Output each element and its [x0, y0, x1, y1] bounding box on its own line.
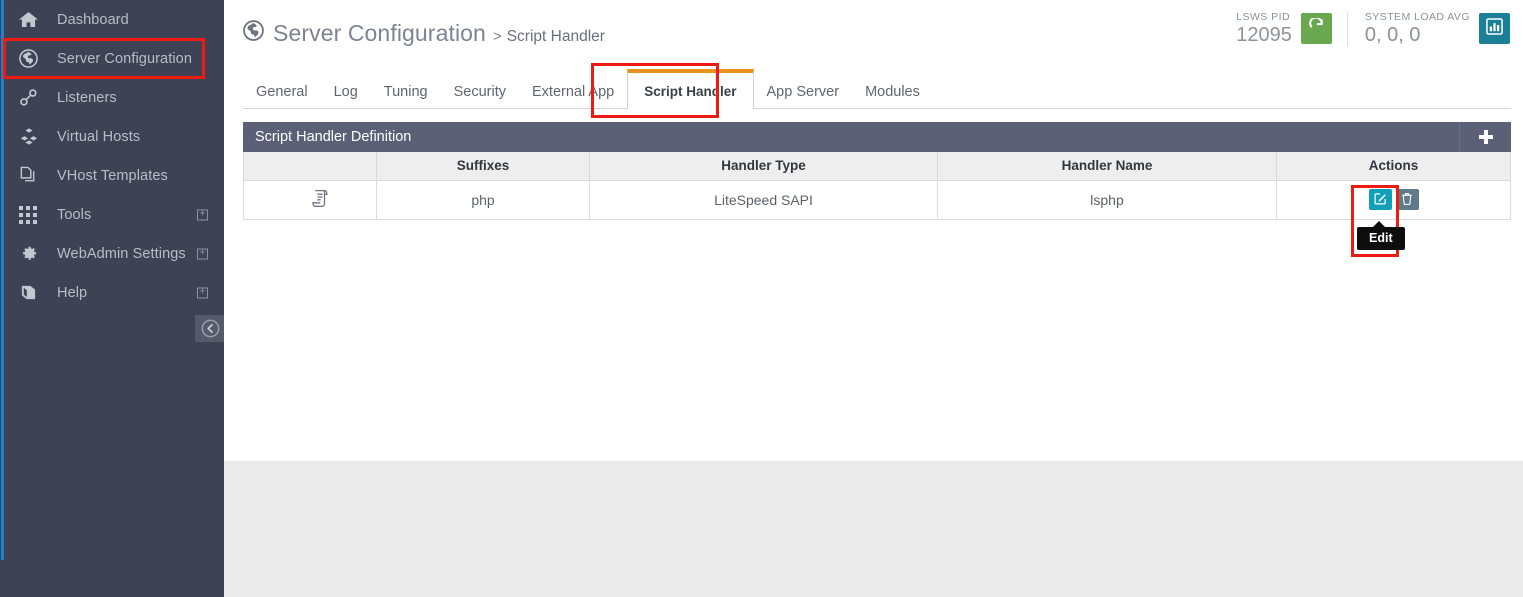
sidebar-item-label: Virtual Hosts — [57, 128, 141, 145]
expand-icon[interactable] — [197, 287, 208, 298]
sidebar-item-label: WebAdmin Settings — [57, 245, 186, 262]
status-lsws-pid: LSWS PID 12095 — [1236, 10, 1332, 47]
top-bar: Server Configuration > Script Handler LS… — [224, 0, 1523, 66]
tab-general[interactable]: General — [243, 76, 321, 108]
table-header-row: Suffixes Handler Type Handler Name Actio… — [243, 152, 1511, 181]
page-background — [224, 461, 1523, 597]
tab-bar: General Log Tuning Security External App… — [243, 63, 1511, 118]
script-handler-panel: Script Handler Definition Suffixes Handl… — [243, 122, 1511, 220]
sidebar-item-label: Server Configuration — [57, 50, 192, 67]
script-handler-table: Suffixes Handler Type Handler Name Actio… — [243, 152, 1511, 220]
bar-chart-icon — [1486, 17, 1503, 40]
sidebar-collapse-button[interactable] — [195, 315, 225, 342]
sidebar-item-label: Dashboard — [57, 11, 129, 28]
cell-suffixes: php — [376, 179, 590, 220]
realtime-stats-button[interactable] — [1479, 13, 1510, 44]
globe-icon — [19, 48, 49, 70]
tab-app-server[interactable]: App Server — [754, 76, 853, 108]
breadcrumb-current: Script Handler — [506, 27, 605, 45]
chevron-left-circle-icon — [201, 319, 220, 338]
status-divider — [1346, 11, 1348, 46]
sidebar: Dashboard Server Configuration Listeners… — [5, 0, 225, 597]
sidebar-item-vhost-templates[interactable]: VHost Templates — [5, 156, 224, 195]
status-system-load-avg: SYSTEM LOAD AVG 0, 0, 0 — [1365, 10, 1510, 47]
column-header-icon — [243, 152, 377, 181]
status-value: 0, 0, 0 — [1364, 24, 1421, 46]
book-icon — [19, 282, 49, 304]
breadcrumb-separator: > — [492, 27, 502, 45]
status-area: LSWS PID 12095 SYSTEM LOAD AVG 0, 0, 0 — [1236, 10, 1510, 47]
sidebar-item-label: Listeners — [57, 89, 117, 106]
tab-log[interactable]: Log — [321, 76, 371, 108]
gear-icon — [19, 243, 49, 265]
webadmin-console: Dashboard Server Configuration Listeners… — [0, 0, 1523, 597]
sidebar-item-listeners[interactable]: Listeners — [5, 78, 224, 117]
sidebar-item-tools[interactable]: Tools — [5, 195, 224, 234]
grid-icon — [19, 204, 49, 226]
reload-icon — [1308, 16, 1325, 40]
panel-header: Script Handler Definition — [243, 122, 1511, 152]
home-icon — [19, 9, 49, 31]
edit-button[interactable] — [1368, 189, 1392, 210]
expand-icon[interactable] — [197, 248, 208, 259]
sidebar-item-virtual-hosts[interactable]: Virtual Hosts — [5, 117, 224, 156]
edit-tooltip: Edit — [1357, 221, 1405, 250]
table-row[interactable]: php LiteSpeed SAPI lsphp — [243, 179, 1511, 220]
cell-handler-type: LiteSpeed SAPI — [589, 179, 938, 220]
add-button[interactable] — [1459, 122, 1511, 152]
globe-icon — [243, 20, 264, 46]
column-header-actions: Actions — [1276, 152, 1511, 181]
pencil-square-icon — [1374, 192, 1387, 208]
column-header-suffixes: Suffixes — [376, 152, 590, 181]
sidebar-item-help[interactable]: Help — [5, 273, 224, 312]
cell-actions — [1276, 179, 1511, 220]
column-header-handler-type: Handler Type — [589, 152, 938, 181]
sidebar-item-label: Tools — [57, 206, 92, 223]
link-icon — [19, 87, 49, 109]
sidebar-item-dashboard[interactable]: Dashboard — [5, 0, 224, 39]
main-content: Server Configuration > Script Handler LS… — [224, 0, 1523, 461]
breadcrumb: Server Configuration > Script Handler — [243, 20, 605, 47]
column-header-handler-name: Handler Name — [937, 152, 1277, 181]
trash-icon — [1401, 192, 1413, 208]
sidebar-item-label: Help — [57, 284, 88, 301]
copy-icon — [19, 165, 49, 187]
row-type-cell — [243, 179, 377, 220]
script-document-icon — [311, 189, 329, 211]
cell-handler-name: lsphp — [937, 179, 1277, 220]
breadcrumb-main[interactable]: Server Configuration — [273, 20, 486, 47]
delete-button[interactable] — [1395, 189, 1419, 210]
panel-title: Script Handler Definition — [255, 129, 412, 145]
sidebar-item-server-configuration[interactable]: Server Configuration — [5, 39, 224, 78]
tab-script-handler[interactable]: Script Handler — [627, 69, 754, 109]
plus-icon — [1478, 130, 1493, 144]
restart-button[interactable] — [1300, 13, 1332, 44]
tab-security[interactable]: Security — [441, 76, 519, 108]
status-label: LSWS PID — [1236, 11, 1290, 23]
tab-external-app[interactable]: External App — [519, 76, 627, 108]
tab-tuning[interactable]: Tuning — [371, 76, 441, 108]
tab-modules[interactable]: Modules — [852, 76, 933, 108]
page-scrollbar-thumb[interactable] — [1, 0, 4, 560]
status-value: 12095 — [1236, 24, 1292, 46]
cubes-icon — [19, 126, 49, 148]
status-label: SYSTEM LOAD AVG — [1364, 11, 1470, 23]
expand-icon[interactable] — [197, 209, 208, 220]
sidebar-item-webadmin-settings[interactable]: WebAdmin Settings — [5, 234, 224, 273]
sidebar-item-label: VHost Templates — [57, 167, 168, 184]
